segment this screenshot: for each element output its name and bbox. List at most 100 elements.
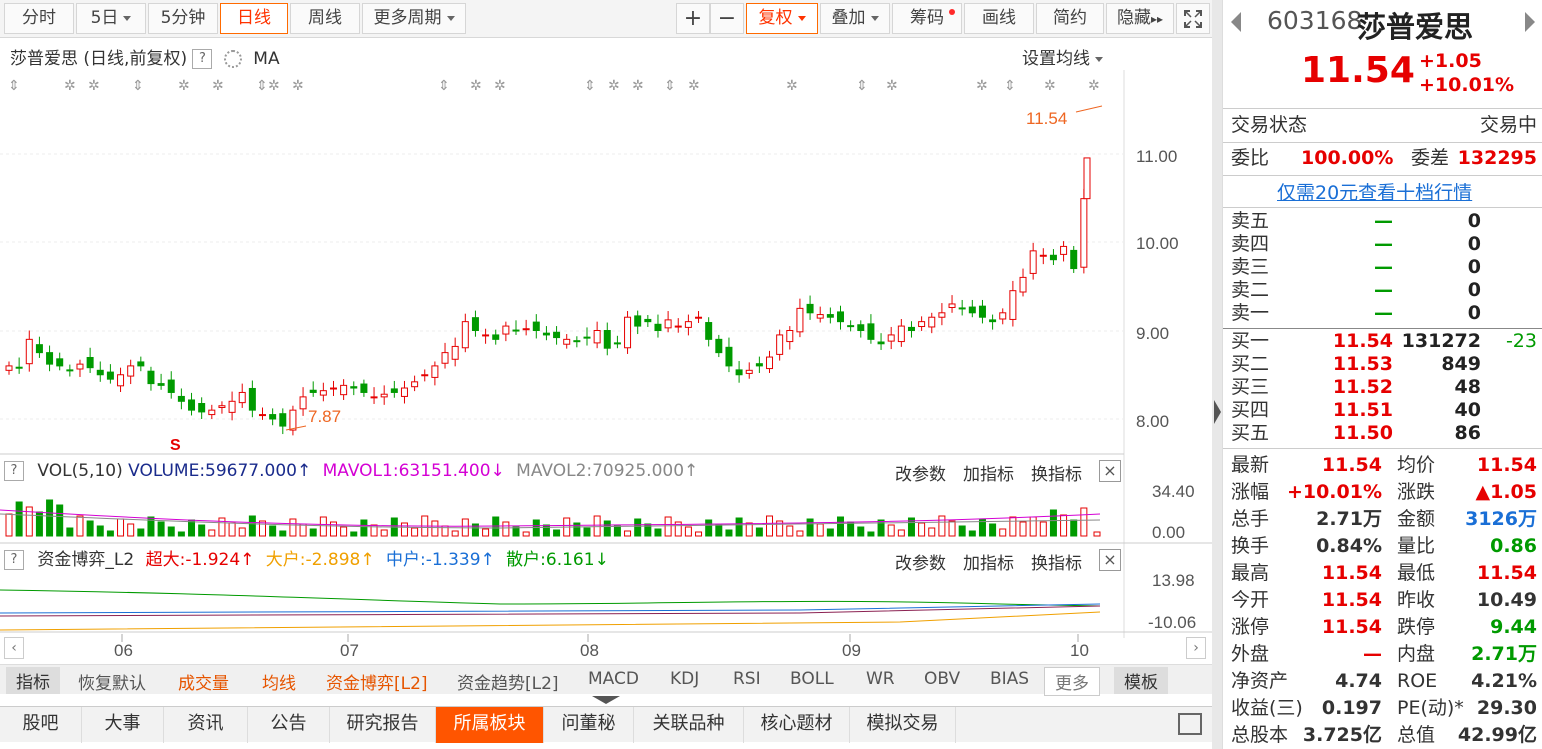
candle-body — [897, 325, 905, 343]
tab-core-themes[interactable]: 核心题材 — [744, 707, 850, 743]
vol-edit-params[interactable]: 改参数 — [895, 460, 946, 485]
bid-volume: 131272 — [1401, 330, 1481, 352]
volume-bar — [1049, 509, 1057, 537]
month-label: 06 — [114, 641, 133, 658]
level2-link[interactable]: 仅需20元查看十档行情 — [1277, 178, 1472, 205]
candle-body — [86, 356, 94, 369]
zoom-out-button[interactable]: − — [710, 3, 744, 34]
candle-body — [522, 328, 530, 331]
ind-boll[interactable]: BOLL — [790, 669, 834, 689]
capital-edit-params[interactable]: 改参数 — [895, 549, 946, 574]
stat-label: 昨收 — [1397, 589, 1436, 611]
stat-value: 4.74 — [1335, 670, 1382, 692]
prev-stock-icon[interactable] — [1231, 12, 1241, 32]
candle-body — [137, 361, 145, 367]
fullscreen-button[interactable] — [1176, 3, 1210, 34]
volume-bar — [867, 531, 875, 537]
price-axis-label: 10.00 — [1136, 234, 1179, 253]
bid-price: 11.53 — [1332, 353, 1393, 375]
tab-5day-label: 5日 — [90, 8, 119, 28]
mavol1-value: MAVOL1:63151.400 — [322, 461, 491, 481]
capital-switch-indicator[interactable]: 换指标 — [1031, 549, 1082, 574]
event-marker: ✲ — [886, 77, 898, 93]
ind-more-button[interactable]: 更多 — [1044, 667, 1100, 696]
ind-macd[interactable]: MACD — [588, 669, 639, 689]
ind-capital-trend[interactable]: 资金趋势[L2] — [457, 669, 559, 694]
more-periods-label: 更多周期 — [373, 8, 442, 28]
tab-more-periods[interactable]: 更多周期 — [362, 3, 466, 34]
tab-sim-trade[interactable]: 模拟交易 — [850, 707, 956, 743]
event-marker: ✲ — [608, 77, 620, 93]
close-icon[interactable]: × — [1099, 460, 1121, 482]
chip-button[interactable]: 筹码 — [892, 3, 962, 34]
tab-related[interactable]: 关联品种 — [634, 707, 744, 743]
volume-bar — [1019, 521, 1027, 537]
volume-bar — [188, 519, 196, 537]
ind-rsi[interactable]: RSI — [733, 669, 761, 689]
scroll-right-button[interactable]: › — [1186, 637, 1206, 659]
ind-wr[interactable]: WR — [866, 669, 895, 689]
volume-bar — [1093, 531, 1101, 537]
tab-research[interactable]: 研究报告 — [330, 707, 436, 743]
stat-label: 今开 — [1231, 589, 1270, 611]
help-icon[interactable]: ? — [4, 550, 24, 570]
tab-ask-secretary[interactable]: 问董秘 — [544, 707, 634, 743]
stats-row: 涨停 11.54 跌停 9.44 — [1231, 614, 1537, 641]
ind-template-button[interactable]: 模板 — [1114, 667, 1168, 694]
collapse-icon[interactable] — [592, 696, 620, 704]
stat-value: ▲1.05 — [1475, 481, 1538, 503]
adjust-button[interactable]: 复权 — [746, 3, 818, 34]
zoom-in-button[interactable]: + — [676, 3, 710, 34]
month-label: 09 — [842, 641, 861, 658]
candle-body — [96, 369, 104, 376]
volume-bar — [695, 531, 703, 537]
candle-body — [553, 331, 561, 339]
ind-ma[interactable]: 均线 — [262, 669, 296, 694]
volume-bar — [918, 522, 926, 537]
tab-guba[interactable]: 股吧 — [0, 707, 82, 743]
bid-volume: 48 — [1454, 376, 1481, 398]
tab-weekly[interactable]: 周线 — [290, 3, 360, 34]
ind-kdj[interactable]: KDJ — [670, 669, 699, 689]
capital-lines — [0, 589, 1101, 631]
panel-splitter[interactable] — [1212, 0, 1222, 749]
tab-intraday[interactable]: 分时 — [4, 3, 74, 34]
help-icon[interactable]: ? — [4, 461, 24, 481]
volume-bar — [705, 519, 713, 537]
panel-toggle-icon[interactable] — [1178, 713, 1202, 735]
ind-capital[interactable]: 资金博弈[L2] — [326, 669, 428, 694]
hide-button[interactable]: 隐藏▸▸ — [1106, 3, 1174, 34]
capital-axis-max: 13.98 — [1152, 571, 1195, 590]
tab-sectors[interactable]: 所属板块 — [436, 707, 544, 743]
vol-add-indicator[interactable]: 加指标 — [963, 460, 1014, 485]
stat-value: 2.71万 — [1316, 508, 1382, 530]
stat-value: 29.30 — [1476, 697, 1537, 719]
tab-5day[interactable]: 5日 — [76, 3, 146, 34]
tab-news[interactable]: 资讯 — [164, 707, 248, 743]
vol-switch-indicator[interactable]: 换指标 — [1031, 460, 1082, 485]
volume-bar — [542, 524, 550, 537]
overlay-button[interactable]: 叠加 — [820, 3, 890, 34]
capital-add-indicator[interactable]: 加指标 — [963, 549, 1014, 574]
volume-bar — [228, 522, 236, 537]
close-icon[interactable]: × — [1099, 549, 1121, 571]
ind-volume[interactable]: 成交量 — [178, 669, 229, 694]
ind-reset[interactable]: 恢复默认 — [78, 669, 146, 694]
tab-announcements[interactable]: 公告 — [248, 707, 330, 743]
simple-button[interactable]: 简约 — [1036, 3, 1104, 34]
ind-obv[interactable]: OBV — [924, 669, 960, 689]
volume-bar — [603, 520, 611, 537]
stat-label: 最高 — [1231, 562, 1270, 584]
tab-daily[interactable]: 日线 — [220, 3, 288, 34]
tab-5min[interactable]: 5分钟 — [148, 3, 218, 34]
volume-bar — [137, 528, 145, 537]
draw-button[interactable]: 画线 — [964, 3, 1034, 34]
volume-bar — [948, 520, 956, 537]
scroll-left-button[interactable]: ‹ — [4, 637, 24, 659]
candle-body — [340, 384, 348, 396]
volume-bar — [1070, 519, 1078, 537]
tab-events[interactable]: 大事 — [82, 707, 164, 743]
next-stock-icon[interactable] — [1525, 12, 1535, 32]
bid-price: 11.52 — [1332, 376, 1393, 398]
ind-bias[interactable]: BIAS — [990, 669, 1029, 689]
